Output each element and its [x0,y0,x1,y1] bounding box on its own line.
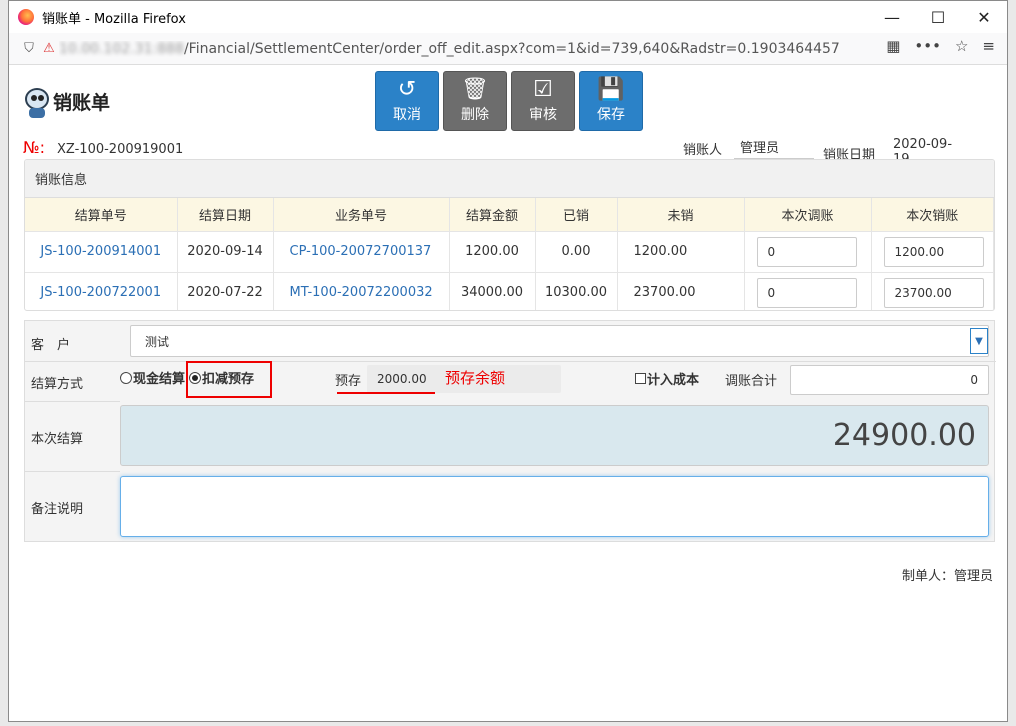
panel-title: 销账信息 [25,160,994,198]
table-row: JS-100-200722001 2020-07-22 MT-100-20072… [25,272,994,310]
url-actions: ▦ ••• ☆ ≡ [886,37,995,55]
adjust-input[interactable]: 0 [756,236,857,267]
writeoff-input[interactable]: 23700.00 [883,277,984,308]
highlight-box [186,361,272,398]
customer-select[interactable]: 测试 ▼ [130,325,989,357]
cancel-button[interactable]: ↺ 取消 [375,71,439,131]
shield-icon[interactable]: ⛉ [19,41,39,56]
writeoff-input[interactable]: 1200.00 [883,236,984,267]
audit-button[interactable]: ☑ 审核 [511,71,575,131]
col-header: 结算日期 [177,198,274,232]
insecure-lock-icon[interactable]: ⚠ [39,41,59,56]
col-header: 本次调账 [744,198,872,232]
customer-label: 客 户 [31,338,71,353]
undo-icon: ↺ [397,77,417,102]
brand: 销账单 [23,84,110,118]
table-cell: 34000.00 [449,272,536,310]
delete-button[interactable]: 🗑 删除 [443,71,507,131]
table-cell: 2020-07-22 [177,272,274,310]
close-button[interactable]: ✕ [961,1,1007,33]
floppy-disk-icon: 💾 [597,77,625,102]
url-bar[interactable]: ⛉ ⚠ 10.00.102.31:888/Financial/Settlemen… [9,33,1007,65]
col-header: 结算金额 [449,198,536,232]
table-cell: 0.00 [535,231,618,273]
radio-cash[interactable]: 现金结算 [120,368,187,387]
save-button[interactable]: 💾 保存 [579,71,643,131]
table-cell: 23700.00 [617,272,745,310]
adjust-total-label: 调账合计 [725,374,778,389]
prestore-note: 预存余额 [445,369,506,387]
firefox-icon [18,9,34,25]
table-row: JS-100-200914001 2020-09-14 CP-100-20072… [25,231,994,273]
method-label: 结算方式 [31,377,84,392]
clerk-field: 销账人 管理员 [683,137,815,159]
qr-code-icon[interactable]: ▦ [886,37,900,55]
settle-amount: 24900.00 [120,405,989,466]
settlement-form: 客 户 测试 ▼ 结算方式 现金结算 扣减预存 预存 2000.00 预存余额 [24,320,996,542]
col-header: 业务单号 [273,198,450,232]
col-header: 未销 [617,198,745,232]
more-icon[interactable]: ••• [914,37,941,55]
business-no-link[interactable]: MT-100-20072200032 [290,285,433,300]
maker-text: 制单人：管理员 [901,569,993,584]
settlement-panel: 销账信息 结算单号 结算日期 业务单号 结算金额 已销 未销 本次调账 本次销账 [24,159,995,311]
radio-cash-dot[interactable] [120,371,132,384]
window-title: 销账单 - Mozilla Firefox [42,11,186,27]
settlement-no-link[interactable]: JS-100-200914001 [40,244,161,259]
maximize-button[interactable]: ☐ [915,1,961,33]
toolbar: ↺ 取消 🗑 删除 ☑ 审核 💾 保存 [375,71,643,131]
business-no-link[interactable]: CP-100-20072700137 [290,244,432,259]
settle-label: 本次结算 [31,432,84,447]
prestore-field: 预存 2000.00 预存余额 [335,365,562,393]
cost-checkbox[interactable]: 计入成本 [635,369,699,388]
table-cell: 1200.00 [449,231,536,273]
adjust-total-input[interactable]: 0 [790,365,989,395]
minimize-button[interactable]: — [869,1,915,33]
title-bar: 销账单 - Mozilla Firefox — ☐ ✕ [9,1,1007,33]
adjust-input[interactable]: 0 [756,277,857,308]
table-cell: 10300.00 [535,272,618,310]
url-text[interactable]: 10.00.102.31:888/Financial/SettlementCen… [59,41,839,57]
settlement-no-link[interactable]: JS-100-200722001 [40,285,161,300]
col-header: 结算单号 [25,198,178,232]
bookmark-star-icon[interactable]: ☆ [955,37,968,55]
col-header: 本次销账 [871,198,994,232]
remark-textarea[interactable] [120,476,989,537]
page-title: 销账单 [53,91,111,114]
mascot-logo-icon [23,84,51,118]
chevron-down-icon[interactable]: ▼ [970,328,988,354]
table-cell: 1200.00 [617,231,745,273]
settlement-table: 结算单号 结算日期 业务单号 结算金额 已销 未销 本次调账 本次销账 JS-1… [25,198,994,310]
trash-icon: 🗑 [461,77,489,102]
col-header: 已销 [535,198,618,232]
browser-window: 销账单 - Mozilla Firefox — ☐ ✕ ⛉ ⚠ 10.00.10… [8,0,1008,722]
table-cell: 2020-09-14 [177,231,274,273]
menu-icon[interactable]: ≡ [982,37,995,55]
document-number: №: XZ-100-200919001 [23,138,184,157]
check-square-icon: ☑ [533,77,553,102]
page: 销账单 ↺ 取消 🗑 删除 ☑ 审核 💾 保存 №: XZ-100-200919… [9,66,1007,721]
red-underline [337,392,435,394]
checkbox-box[interactable] [635,373,646,384]
remark-label: 备注说明 [31,502,84,517]
